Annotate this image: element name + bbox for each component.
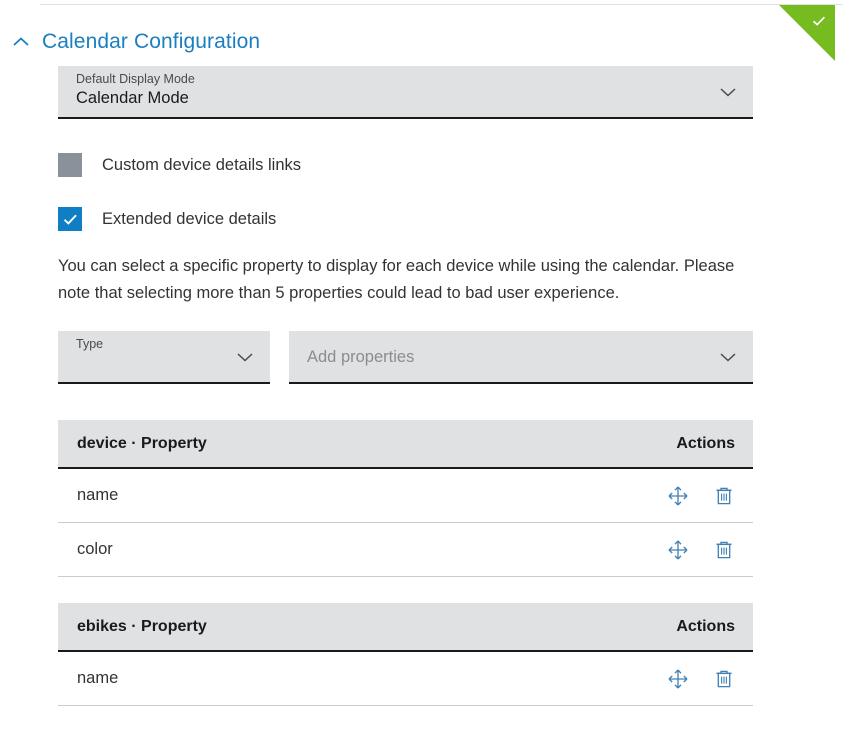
table-header-actions: Actions bbox=[676, 618, 735, 636]
ebikes-property-table: ebikes · Property Actions name bbox=[58, 603, 753, 706]
table-header-property: device · Property bbox=[77, 435, 676, 453]
chevron-down-icon[interactable] bbox=[234, 346, 256, 368]
type-select[interactable]: Type bbox=[58, 331, 270, 384]
move-arrows-icon[interactable] bbox=[667, 485, 689, 507]
calendar-configuration-panel: Default Display Mode Calendar Mode Custo… bbox=[58, 66, 753, 706]
table-header-property: ebikes · Property bbox=[77, 618, 676, 636]
checkmark-icon bbox=[61, 210, 80, 229]
check-icon bbox=[811, 13, 827, 29]
top-divider bbox=[40, 4, 843, 5]
chevron-down-icon[interactable] bbox=[717, 81, 739, 103]
chevron-down-icon[interactable] bbox=[717, 346, 739, 368]
custom-device-details-links-label: Custom device details links bbox=[102, 156, 301, 175]
extended-device-details-checkbox[interactable] bbox=[58, 207, 82, 231]
move-arrows-icon[interactable] bbox=[667, 668, 689, 690]
trash-icon[interactable] bbox=[713, 668, 735, 690]
table-row[interactable]: name bbox=[58, 469, 753, 523]
status-ribbon bbox=[779, 5, 835, 61]
property-name: name bbox=[77, 669, 667, 688]
default-display-mode-label: Default Display Mode bbox=[76, 73, 195, 86]
property-name: color bbox=[77, 540, 667, 559]
table-header: ebikes · Property Actions bbox=[58, 603, 753, 652]
add-properties-select[interactable]: Add properties bbox=[289, 331, 753, 384]
property-name: name bbox=[77, 486, 667, 505]
custom-device-details-links-checkbox[interactable] bbox=[58, 153, 82, 177]
chevron-up-icon[interactable] bbox=[0, 31, 42, 53]
table-row[interactable]: name bbox=[58, 652, 753, 706]
extended-device-details-checkbox-row[interactable]: Extended device details bbox=[58, 207, 753, 231]
trash-icon[interactable] bbox=[713, 485, 735, 507]
section-header[interactable]: Calendar Configuration bbox=[0, 24, 260, 60]
add-properties-placeholder: Add properties bbox=[307, 348, 414, 365]
type-select-label: Type bbox=[76, 338, 103, 351]
device-property-table: device · Property Actions name bbox=[58, 420, 753, 577]
property-selectors-row: Type Add properties bbox=[58, 331, 753, 384]
extended-device-details-label: Extended device details bbox=[102, 210, 276, 229]
table-header: device · Property Actions bbox=[58, 420, 753, 469]
default-display-mode-value: Calendar Mode bbox=[76, 90, 189, 107]
row-actions bbox=[667, 485, 735, 507]
table-header-actions: Actions bbox=[676, 435, 735, 453]
move-arrows-icon[interactable] bbox=[667, 539, 689, 561]
custom-device-details-links-checkbox-row[interactable]: Custom device details links bbox=[58, 153, 753, 177]
default-display-mode-select[interactable]: Default Display Mode Calendar Mode bbox=[58, 66, 753, 119]
table-row[interactable]: color bbox=[58, 523, 753, 577]
row-actions bbox=[667, 668, 735, 690]
trash-icon[interactable] bbox=[713, 539, 735, 561]
row-actions bbox=[667, 539, 735, 561]
properties-hint-text: You can select a specific property to di… bbox=[58, 253, 738, 307]
page-title: Calendar Configuration bbox=[42, 30, 260, 54]
